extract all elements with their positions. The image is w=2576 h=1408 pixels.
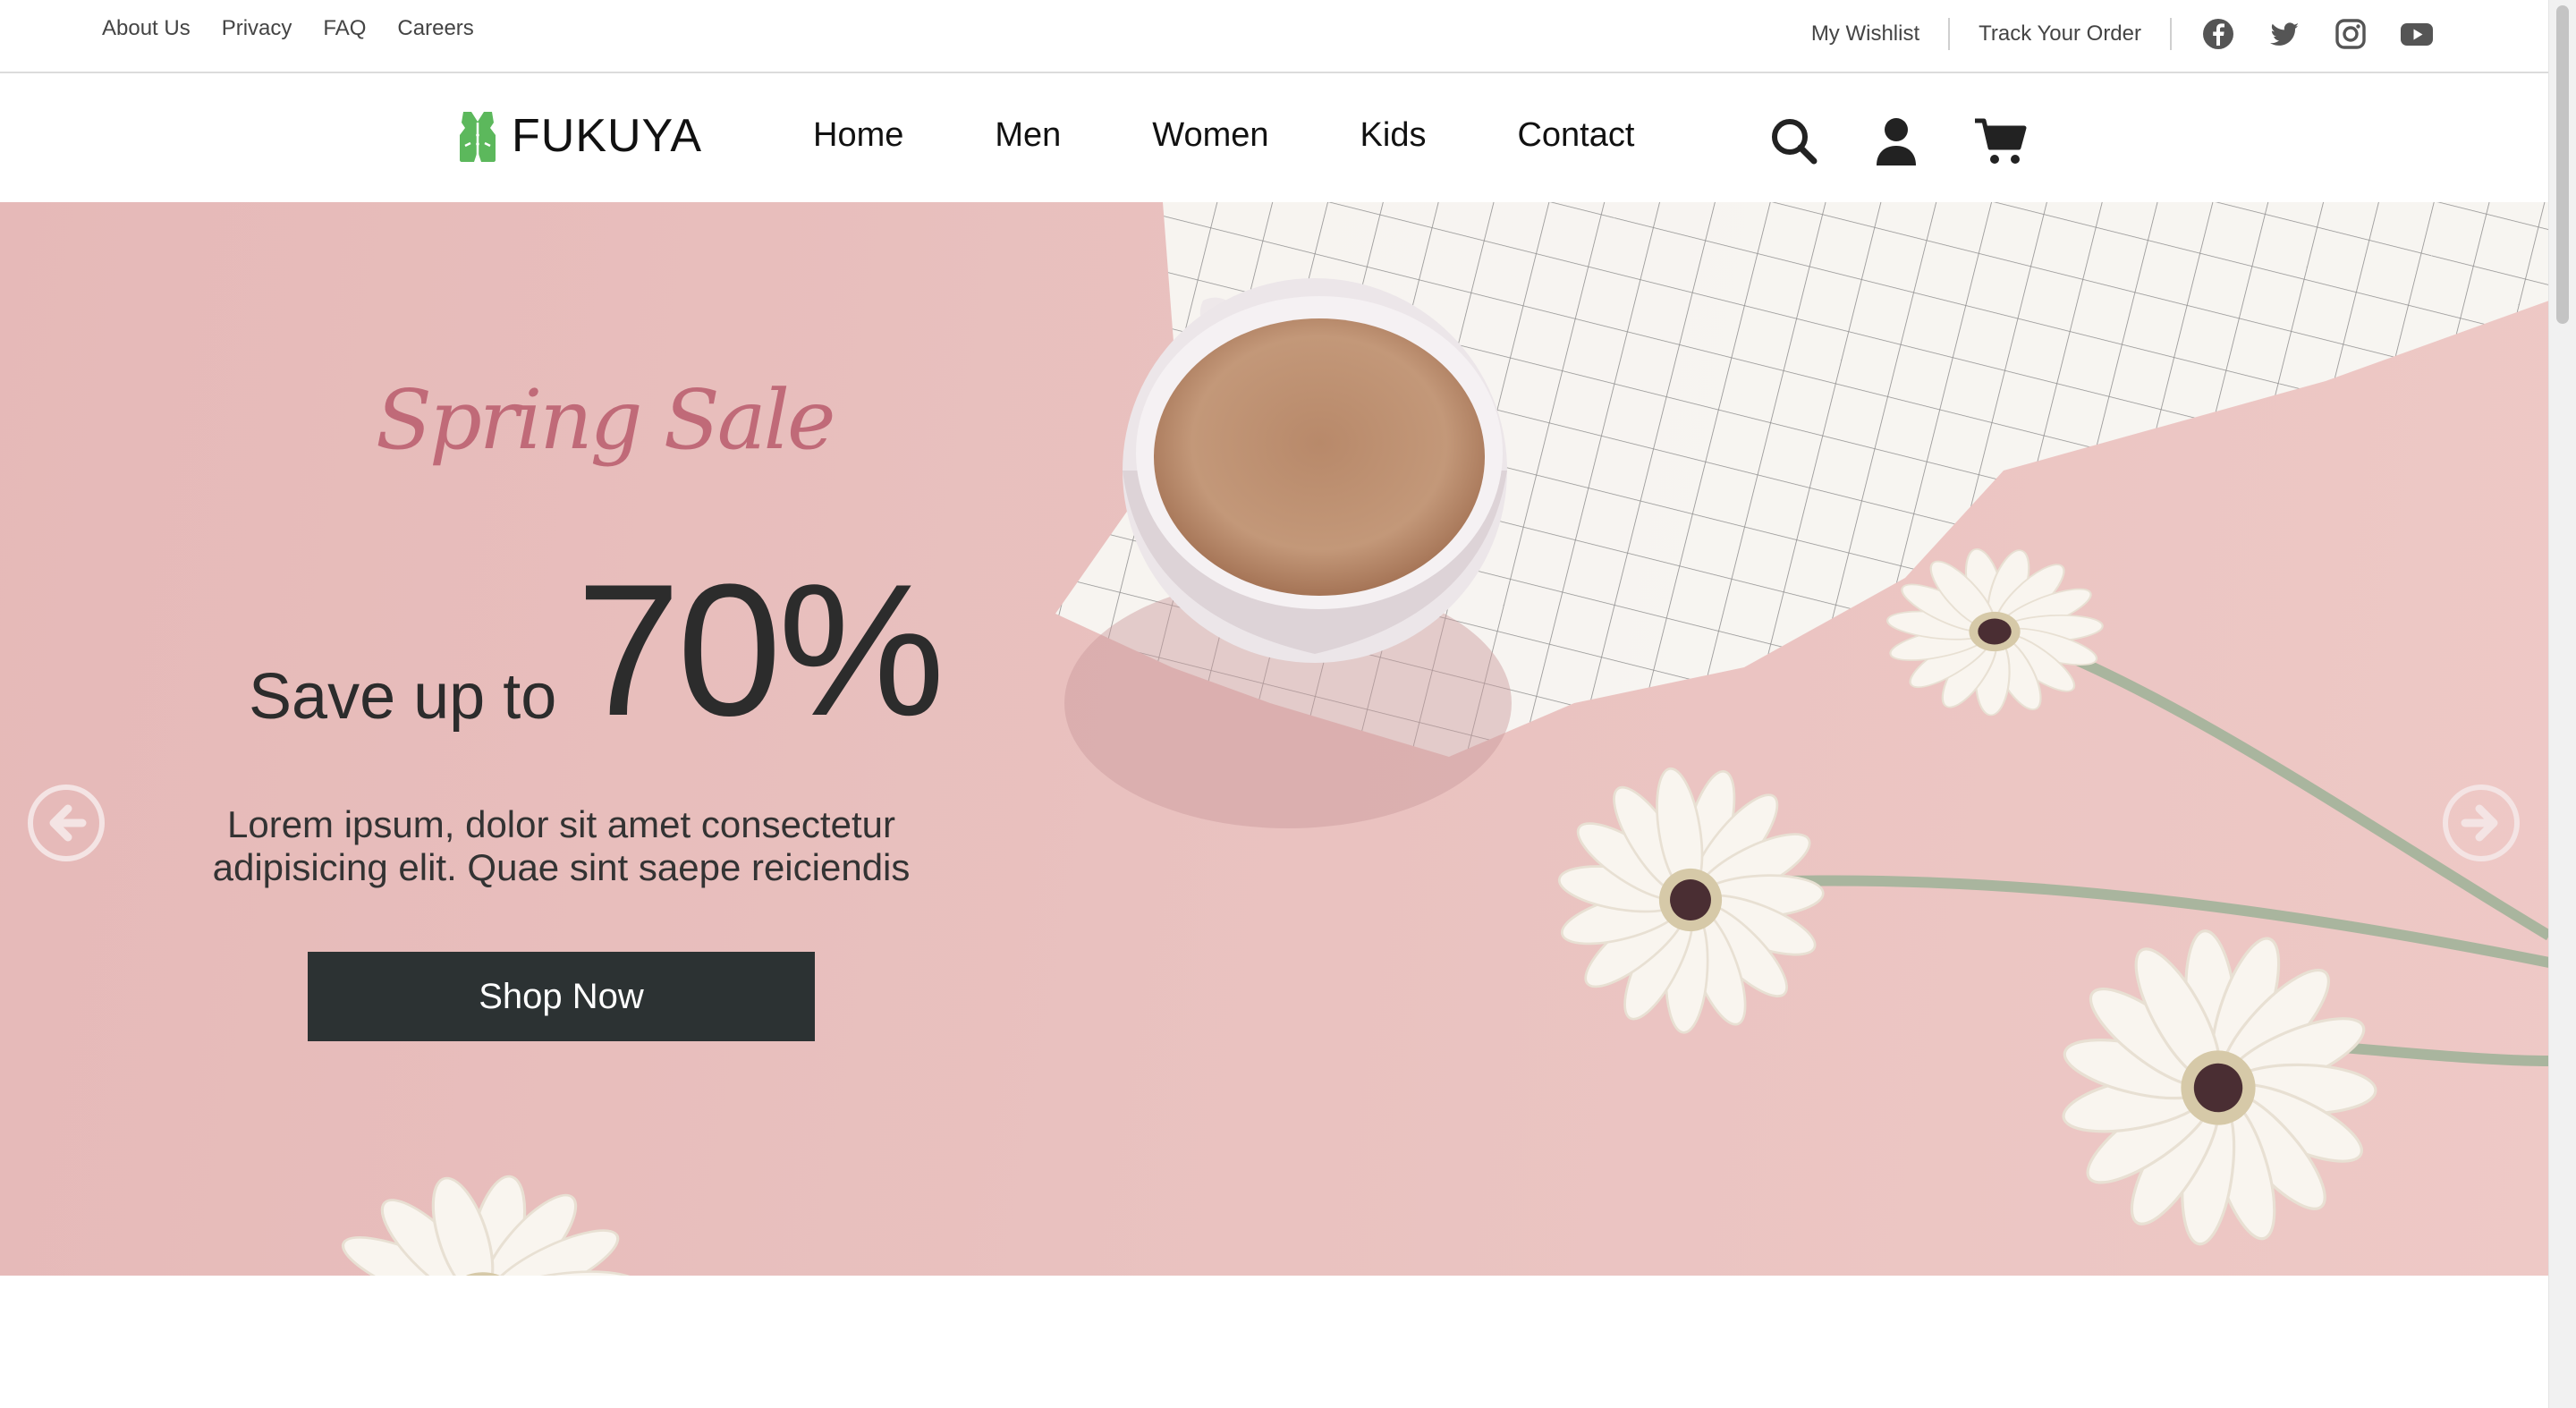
track-order-link[interactable]: Track Your Order bbox=[1979, 21, 2141, 47]
hero-description: Lorem ipsum, dolor sit amet consectetur … bbox=[212, 803, 911, 888]
user-icon[interactable] bbox=[1875, 117, 1918, 165]
social-links bbox=[2200, 16, 2435, 52]
hero-save-line: Save up to 70% bbox=[249, 545, 945, 755]
nav-kids[interactable]: Kids bbox=[1360, 116, 1427, 155]
top-utility-bar: About Us Privacy FAQ Careers My Wishlist… bbox=[0, 0, 2549, 73]
about-us-link[interactable]: About Us bbox=[102, 16, 191, 41]
vest-logo-icon bbox=[456, 110, 499, 162]
search-icon[interactable] bbox=[1769, 116, 1819, 166]
twitter-icon[interactable] bbox=[2267, 16, 2302, 52]
top-right-group: My Wishlist Track Your Order bbox=[1811, 16, 2549, 52]
youtube-icon[interactable] bbox=[2399, 16, 2435, 52]
nav-icons bbox=[1769, 116, 2027, 166]
privacy-link[interactable]: Privacy bbox=[222, 16, 292, 41]
scrollbar-thumb[interactable] bbox=[2556, 5, 2569, 324]
nav-women[interactable]: Women bbox=[1152, 116, 1268, 155]
cart-icon[interactable] bbox=[1973, 117, 2027, 165]
careers-link[interactable]: Careers bbox=[397, 16, 473, 41]
top-links: About Us Privacy FAQ Careers bbox=[102, 16, 474, 41]
nav-links: Home Men Women Kids Contact bbox=[813, 116, 1634, 155]
save-percent: 70% bbox=[576, 545, 945, 755]
divider bbox=[2170, 18, 2172, 50]
faq-link[interactable]: FAQ bbox=[323, 16, 366, 41]
slider-prev-arrow-icon[interactable] bbox=[27, 784, 106, 862]
hero-script-title: Spring Sale bbox=[376, 372, 835, 468]
brand-logo[interactable]: FUKUYA bbox=[456, 109, 702, 163]
facebook-icon[interactable] bbox=[2200, 16, 2236, 52]
instagram-icon[interactable] bbox=[2333, 16, 2368, 52]
nav-contact[interactable]: Contact bbox=[1517, 116, 1634, 155]
hero-banner: Spring Sale Save up to 70% Lorem ipsum, … bbox=[0, 202, 2549, 1276]
brand-name: FUKUYA bbox=[512, 110, 703, 162]
shop-now-button[interactable]: Shop Now bbox=[308, 952, 815, 1041]
nav-home[interactable]: Home bbox=[813, 116, 903, 155]
slider-next-arrow-icon[interactable] bbox=[2442, 784, 2521, 862]
nav-men[interactable]: Men bbox=[995, 116, 1061, 155]
divider bbox=[1948, 18, 1951, 50]
page-scrollbar[interactable] bbox=[2548, 0, 2576, 1408]
main-navigation: FUKUYA Home Men Women Kids Contact bbox=[0, 73, 2549, 202]
wishlist-link[interactable]: My Wishlist bbox=[1811, 21, 1919, 47]
save-label: Save up to bbox=[249, 661, 557, 733]
